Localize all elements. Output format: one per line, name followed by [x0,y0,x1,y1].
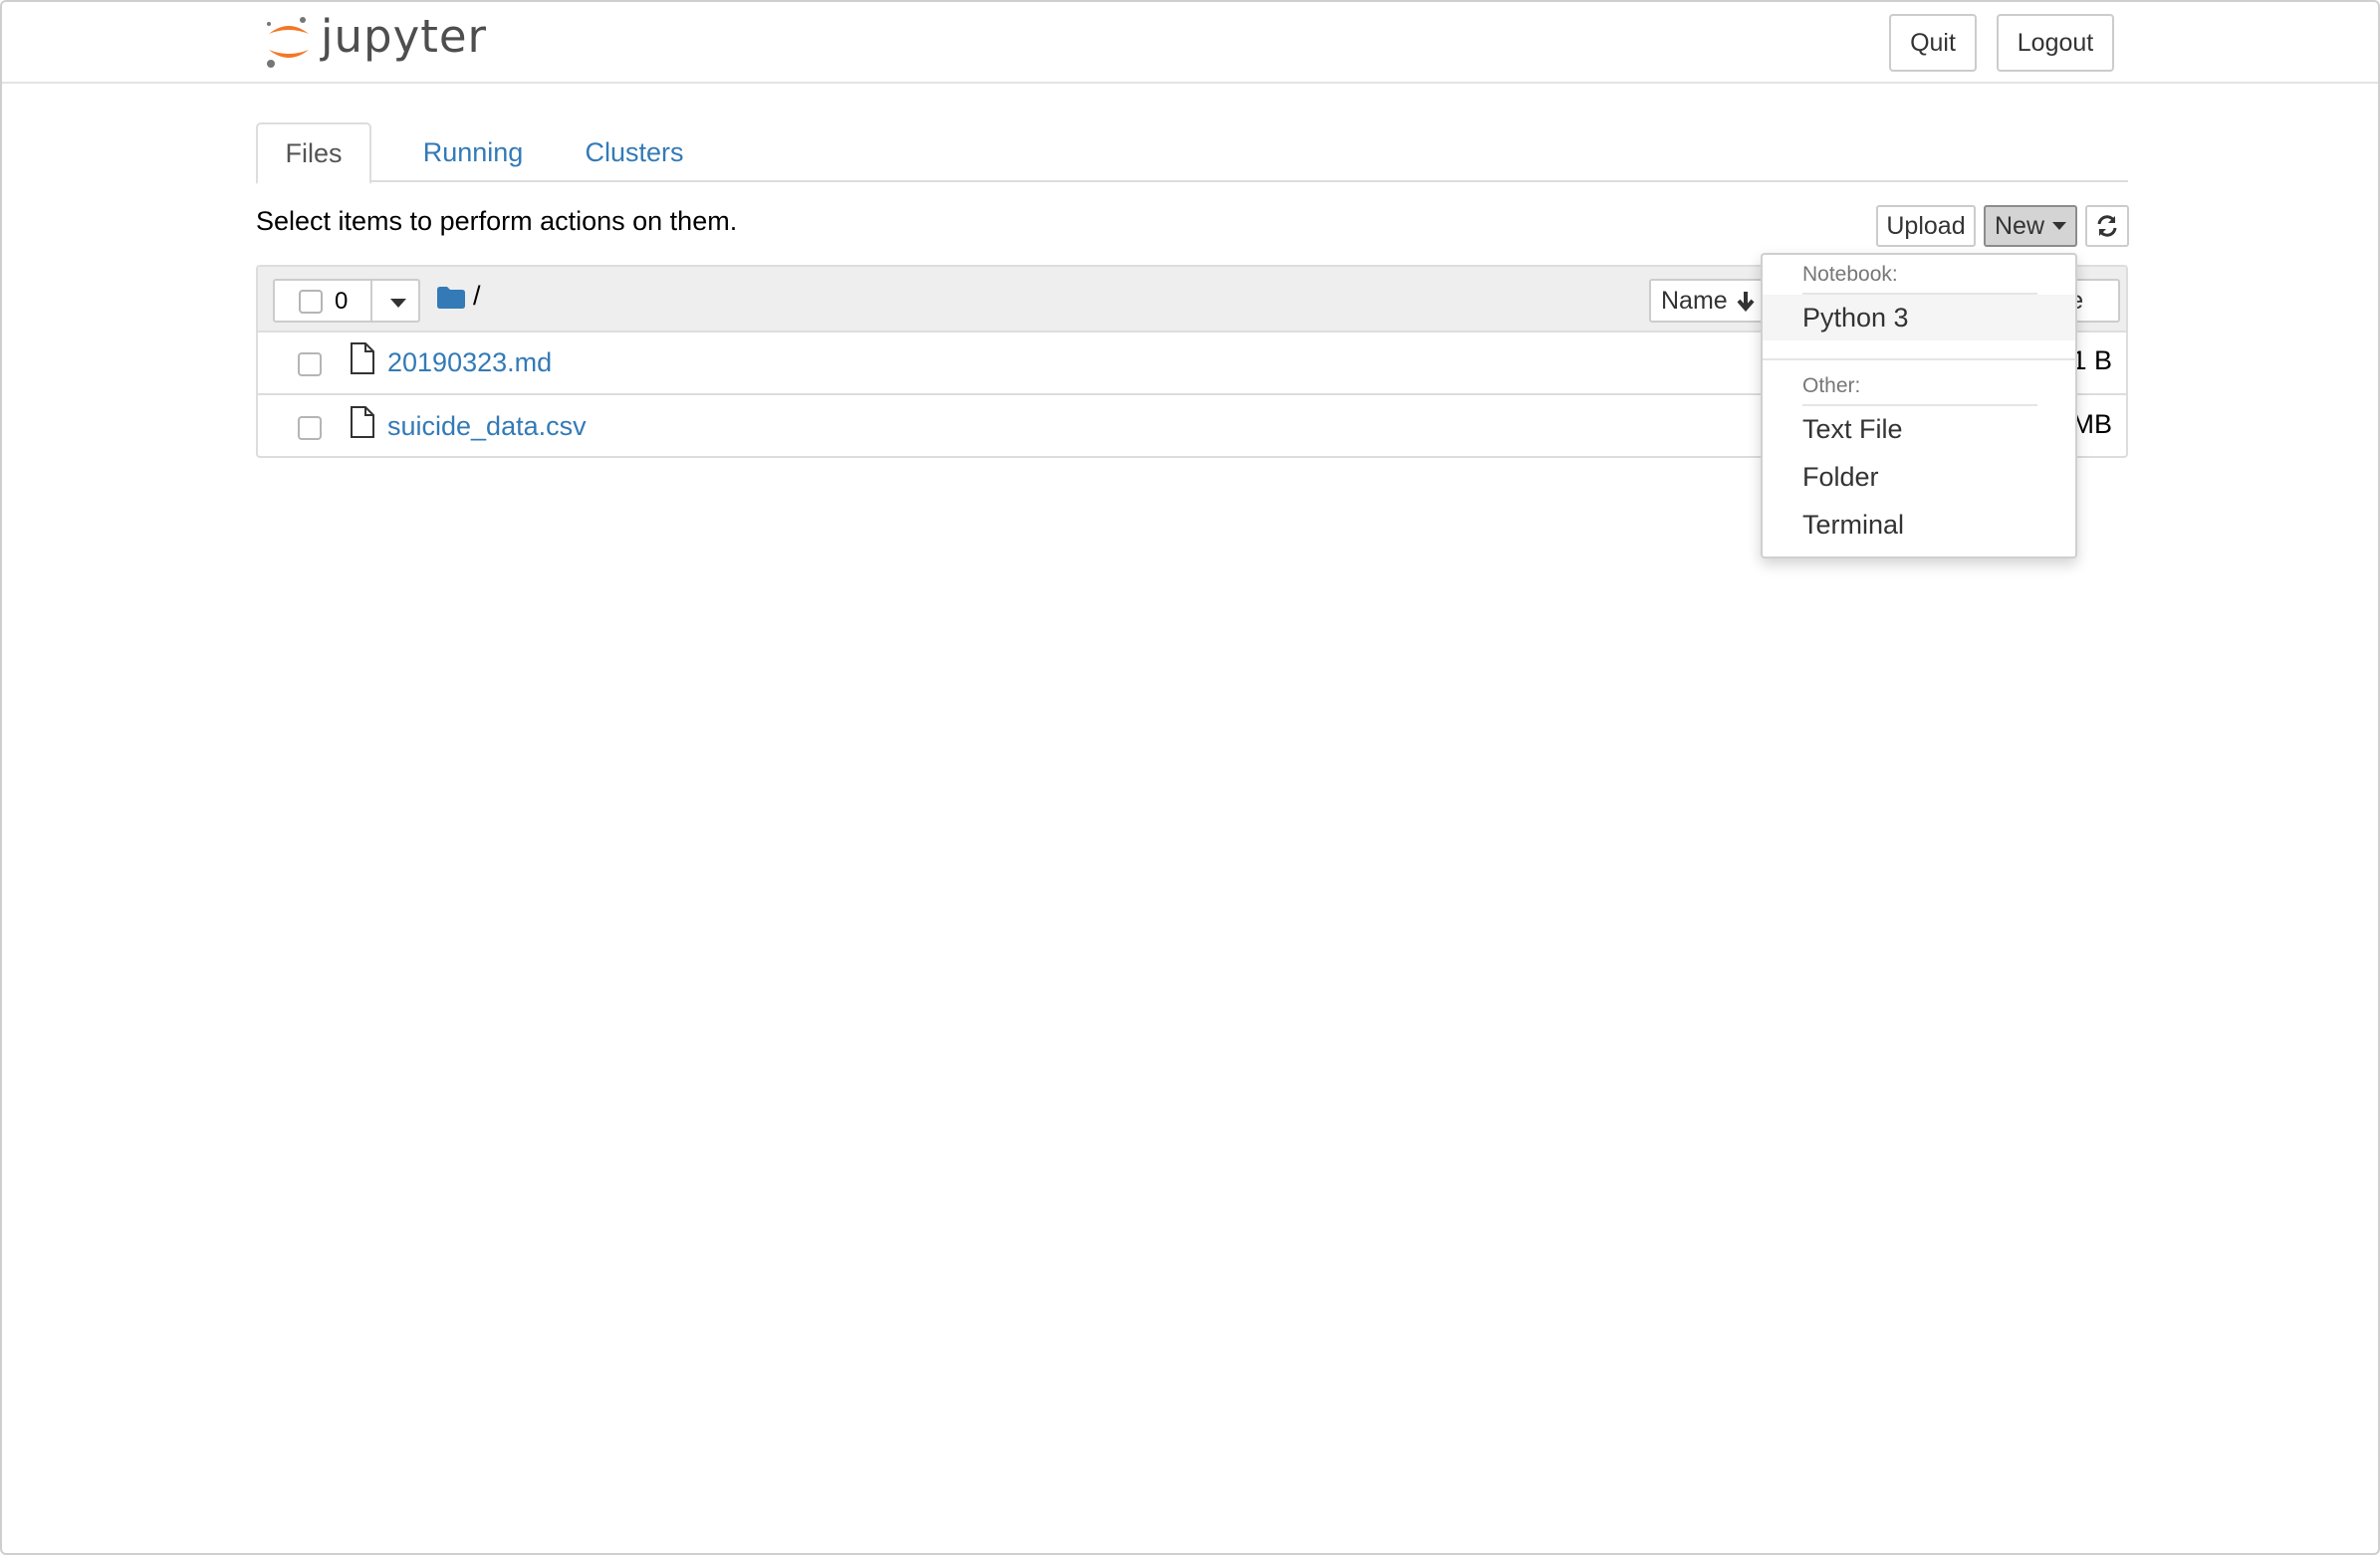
file-icon [351,406,374,438]
menu-item-python-3[interactable]: Python 3 [1763,295,2075,340]
menu-item-folder[interactable]: Folder [1763,454,2075,500]
tab-bar: Files Running Clusters [256,122,2128,184]
select-divider [370,281,372,321]
menu-item-terminal[interactable]: Terminal [1763,502,2075,548]
row-checkbox[interactable] [298,416,322,440]
file-name-link[interactable]: suicide_data.csv [387,411,587,442]
file-icon [351,342,374,374]
menu-header-notebook: Notebook: [1802,263,1898,286]
menu-divider [1763,358,2075,360]
breadcrumb-root[interactable]: / [473,281,481,312]
sort-by-name-button[interactable]: Name [1649,279,1767,323]
new-button-label: New [1994,211,2044,240]
sort-name-label: Name [1661,286,1728,315]
new-dropdown-menu: Notebook: Python 3 Other: Text File Fold… [1761,253,2077,558]
selected-count: 0 [335,288,349,315]
select-dropdown-icon[interactable] [390,299,406,308]
row-checkbox[interactable] [298,352,322,376]
refresh-button[interactable] [2085,205,2129,247]
folder-icon[interactable] [437,287,465,309]
menu-item-text-file[interactable]: Text File [1763,406,2075,452]
caret-down-icon [2052,222,2066,230]
tab-files[interactable]: Files [256,122,371,184]
upload-button[interactable]: Upload [1876,205,1976,247]
file-name-link[interactable]: 20190323.md [387,347,552,378]
jupyter-logo[interactable]: jupyter [263,10,487,72]
new-dropdown-button[interactable]: New [1984,205,2077,247]
select-all-group: 0 [273,279,420,323]
quit-button[interactable]: Quit [1889,14,1977,72]
select-all-checkbox[interactable] [299,290,323,314]
refresh-icon [2097,215,2117,237]
file-size: MB [2071,409,2113,439]
tab-clusters[interactable]: Clusters [565,122,704,182]
browser-window: jupyter Quit Logout Files Running Cluste… [0,0,2380,1555]
logout-button[interactable]: Logout [1997,14,2114,72]
header-bar: jupyter Quit Logout [2,2,2378,84]
jupyter-logo-icon [267,17,309,68]
menu-header-other: Other: [1802,374,1861,397]
logo-text: jupyter [321,10,488,63]
tab-running[interactable]: Running [403,122,543,182]
arrow-down-icon [1737,292,1755,312]
selection-hint: Select items to perform actions on them. [256,206,738,236]
file-size: 1 B [2071,345,2112,375]
